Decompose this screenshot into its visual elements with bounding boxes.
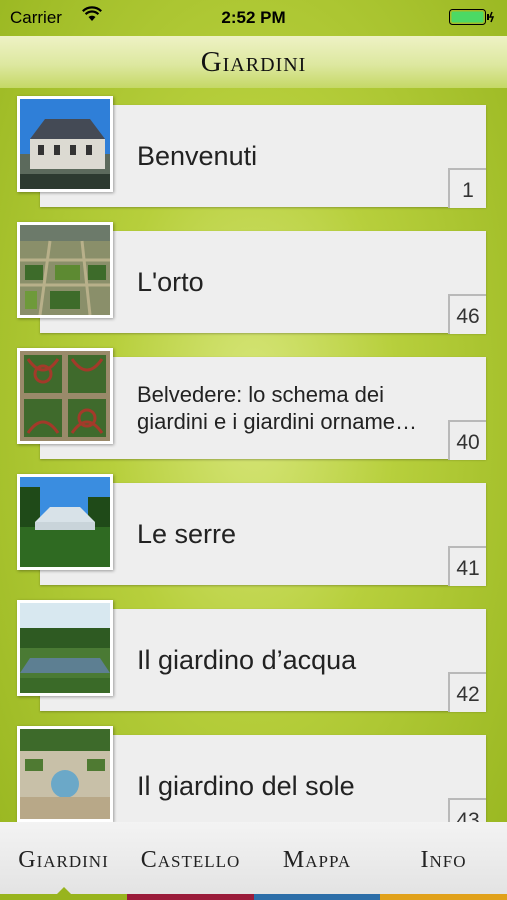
item-title: Il giardino del sole (137, 771, 355, 801)
list-item[interactable]: Belvedere: lo schema dei giardini e i gia… (14, 348, 486, 460)
clock: 2:52 PM (221, 8, 286, 27)
item-title: Benvenuti (137, 141, 258, 171)
list-item[interactable]: Il giardino d’acqua 42 (14, 600, 486, 712)
tab-color-stripe (0, 894, 127, 900)
item-number-badge: 41 (448, 546, 486, 586)
tab-mappa[interactable]: Mappa (254, 822, 380, 900)
list-item[interactable]: Benvenuti 1 (14, 96, 486, 208)
item-number-badge: 1 (448, 168, 486, 208)
greenhouse-photo-icon (17, 474, 113, 570)
page-title: Giardini (200, 46, 307, 78)
water-garden-photo-icon (17, 600, 113, 696)
active-tab-indicator (56, 887, 71, 894)
item-title: Belvedere: lo schema dei giardini e i gia… (137, 382, 418, 434)
item-number-badge: 46 (448, 294, 486, 334)
tab-castello[interactable]: Castello (127, 822, 254, 900)
list-item[interactable]: Le serre 41 (14, 474, 486, 586)
item-title: Le serre (137, 519, 237, 549)
tab-bar: Giardini Castello Mappa Info (0, 822, 507, 900)
kitchen-garden-photo-icon (17, 222, 113, 318)
item-number-badge: 42 (448, 672, 486, 712)
list-item[interactable]: L'orto 46 (14, 222, 486, 334)
tab-color-stripe (127, 894, 254, 900)
item-title: Il giardino d’acqua (137, 645, 357, 675)
item-number-badge: 40 (448, 420, 486, 460)
tab-label: Giardini (18, 847, 109, 873)
ornamental-garden-photo-icon (17, 348, 113, 444)
item-title: L'orto (137, 267, 204, 297)
status-bar: Carrier 2:52 PM (0, 0, 507, 36)
sun-garden-photo-icon (17, 726, 113, 822)
castle-photo-icon (17, 96, 113, 192)
tab-info[interactable]: Info (380, 822, 507, 900)
battery-icon (449, 9, 495, 25)
tab-color-stripe (254, 894, 380, 900)
tab-label: Castello (140, 847, 241, 873)
tab-color-stripe (380, 894, 507, 900)
tab-label: Mappa (282, 847, 352, 873)
tab-label: Info (420, 847, 467, 873)
list-item[interactable]: Il giardino del sole 43 (14, 726, 486, 822)
nav-header: Giardini (0, 36, 507, 88)
chapter-list[interactable]: Benvenuti 1 L'orto 46 Belvedere: lo sche… (0, 88, 507, 822)
item-number-badge: 43 (448, 798, 486, 822)
tab-giardini[interactable]: Giardini (0, 822, 127, 900)
